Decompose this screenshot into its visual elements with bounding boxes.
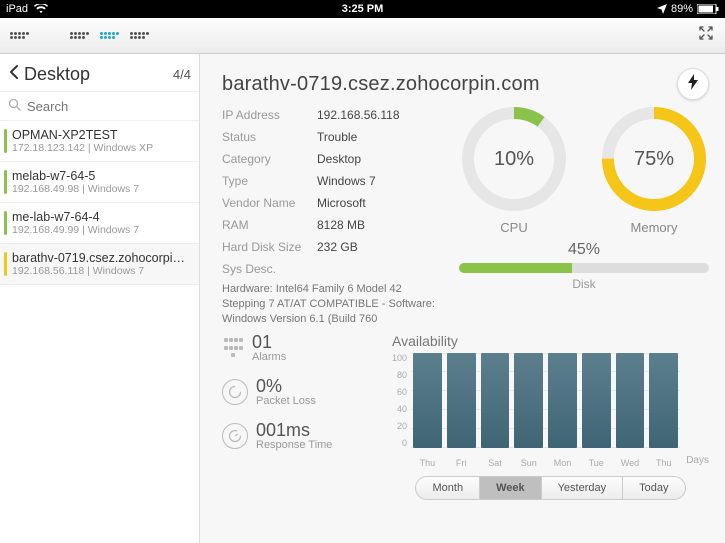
properties: IP Address192.168.56.118 StatusTrouble C… [222, 104, 441, 327]
sys-desc: Hardware: Intel64 Family 6 Model 42 Step… [222, 282, 441, 327]
range-week[interactable]: Week [480, 476, 542, 500]
prop-key: Vendor Name [222, 196, 317, 210]
range-month[interactable]: Month [415, 476, 480, 500]
battery-icon [697, 4, 719, 14]
x-tick: Sun [514, 458, 543, 468]
sidebar-title: Desktop [24, 64, 173, 85]
list-item[interactable]: me-lab-w7-64-4192.168.49.99 | Windows 7 [0, 203, 199, 244]
x-tick: Fri [447, 458, 476, 468]
location-icon [657, 4, 667, 14]
sidebar: Desktop 4/4 OPMAN-XP2TEST172.18.123.142 … [0, 54, 200, 543]
prop-value: Desktop [317, 152, 441, 166]
x-tick: Thu [649, 458, 678, 468]
device-meta: 192.168.49.98 | Windows 7 [12, 183, 191, 195]
memory-value: 75% [599, 104, 709, 214]
prop-key: Category [222, 152, 317, 166]
stats: 01Alarms 0%Packet Loss 001msResponse Tim… [222, 333, 372, 500]
x-tick: Wed [616, 458, 645, 468]
prop-key: Sys Desc. [222, 262, 317, 276]
chart-bar [447, 353, 476, 448]
disk-label: Disk [459, 277, 709, 291]
device-list: OPMAN-XP2TEST172.18.123.142 | Windows XP… [0, 121, 199, 285]
list-item[interactable]: melab-w7-64-5192.168.49.98 | Windows 7 [0, 162, 199, 203]
prop-key: IP Address [222, 108, 317, 122]
cpu-label: CPU [459, 220, 569, 235]
alarms-label: Alarms [252, 351, 286, 363]
cpu-gauge: 10% CPU [459, 104, 569, 235]
prop-value: 232 GB [317, 240, 441, 254]
memory-gauge: 75% Memory [599, 104, 709, 235]
device-meta: 192.168.49.99 | Windows 7 [12, 224, 191, 236]
view-grid-icon-3[interactable] [130, 27, 150, 45]
packet-label: Packet Loss [256, 395, 316, 407]
prop-key: Hard Disk Size [222, 240, 317, 254]
list-item[interactable]: barathv-0719.csez.zohocorpin.com192.168.… [0, 244, 199, 285]
search-input[interactable] [27, 99, 203, 114]
chart-title: Availability [392, 333, 709, 349]
back-icon[interactable] [8, 64, 20, 85]
prop-key: Status [222, 130, 317, 144]
packet-value: 0% [256, 377, 316, 395]
range-today[interactable]: Today [623, 476, 685, 500]
disk-value: 45% [459, 241, 709, 259]
device-name: me-lab-w7-64-4 [12, 210, 191, 224]
range-selector: MonthWeekYesterdayToday [392, 476, 709, 500]
device-name: barathv-0719.csez.zohocorpin.com [12, 251, 191, 265]
action-button[interactable] [677, 68, 709, 100]
prop-value: 8128 MB [317, 218, 441, 232]
x-tick: Sat [481, 458, 510, 468]
x-tick: Mon [548, 458, 577, 468]
chart-bar [413, 353, 442, 448]
bolt-icon [687, 74, 699, 95]
alarm-icon [222, 337, 244, 359]
x-axis-label: Days [686, 455, 709, 468]
alarms-value: 01 [252, 333, 286, 351]
cpu-value: 10% [459, 104, 569, 214]
prop-key: RAM [222, 218, 317, 232]
device-meta: 172.18.123.142 | Windows XP [12, 142, 191, 154]
packet-loss-icon [222, 379, 248, 405]
chart-bar [481, 353, 510, 448]
x-tick: Thu [413, 458, 442, 468]
search-icon [8, 98, 21, 114]
view-grid-icon-2[interactable] [70, 27, 90, 45]
response-time-icon [222, 423, 248, 449]
prop-value: 192.168.56.118 [317, 108, 441, 122]
status-bar: iPad 3:25 PM 89% [0, 0, 725, 18]
device-meta: 192.168.56.118 | Windows 7 [12, 265, 191, 277]
memory-label: Memory [599, 220, 709, 235]
resp-label: Response Time [256, 439, 332, 451]
device-name: OPMAN-XP2TEST [12, 128, 191, 142]
prop-key: Type [222, 174, 317, 188]
availability-chart: Availability 100806040200 ThuFriSatSunMo… [392, 333, 709, 500]
device-label: iPad [6, 3, 28, 15]
view-grid-icon-1[interactable] [10, 27, 30, 45]
main-panel: barathv-0719.csez.zohocorpin.com IP Addr… [200, 54, 725, 543]
collapse-icon[interactable] [697, 24, 715, 47]
chart-bar [582, 353, 611, 448]
chart-bar [514, 353, 543, 448]
device-name: melab-w7-64-5 [12, 169, 191, 183]
chart-bar [649, 353, 678, 448]
prop-value: Trouble [317, 130, 441, 144]
chart-bar [616, 353, 645, 448]
view-grid-icon-active[interactable] [100, 27, 120, 45]
toolbar [0, 18, 725, 54]
host-name: barathv-0719.csez.zohocorpin.com [222, 73, 677, 96]
battery-label: 89% [671, 3, 693, 15]
chart-bar [548, 353, 577, 448]
clock: 3:25 PM [244, 3, 482, 15]
wifi-icon [34, 4, 48, 14]
prop-value: Windows 7 [317, 174, 441, 188]
range-yesterday[interactable]: Yesterday [542, 476, 624, 500]
disk-usage: 45% Disk [459, 241, 709, 291]
resp-value: 001ms [256, 421, 332, 439]
prop-value: Microsoft [317, 196, 441, 210]
list-item[interactable]: OPMAN-XP2TEST172.18.123.142 | Windows XP [0, 121, 199, 162]
x-tick: Tue [582, 458, 611, 468]
sidebar-count: 4/4 [173, 67, 191, 82]
